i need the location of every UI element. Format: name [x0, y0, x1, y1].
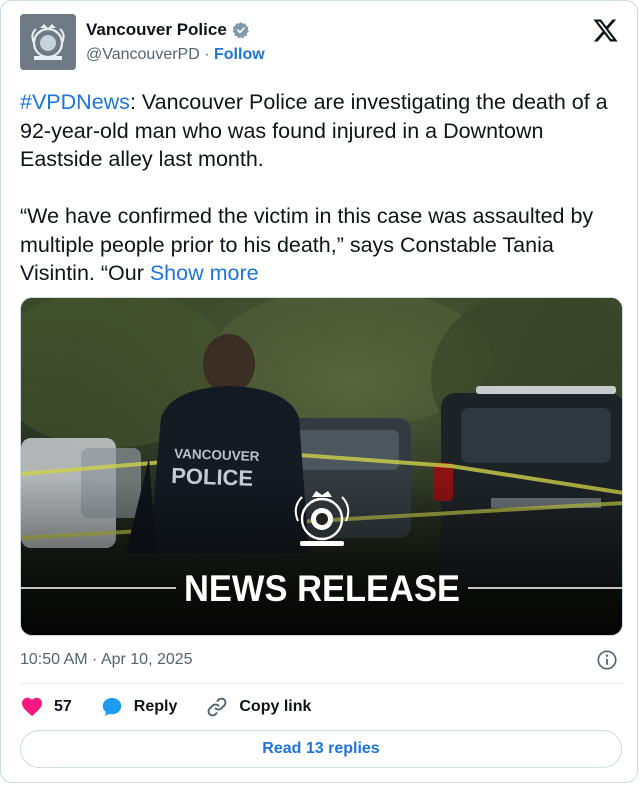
info-icon[interactable]	[596, 649, 618, 671]
author-handle-row: @VancouverPD · Follow	[86, 46, 265, 64]
hashtag-link[interactable]: #VPDNews	[20, 90, 130, 114]
copy-link-label: Copy link	[239, 698, 312, 715]
vpd-badge-icon	[20, 14, 76, 70]
heart-icon	[22, 697, 42, 717]
reply-button[interactable]: Reply	[100, 695, 178, 719]
author-name[interactable]: Vancouver Police	[86, 20, 227, 40]
tweet-body: : Vancouver Police are investigating the…	[20, 90, 608, 285]
link-icon	[207, 697, 227, 717]
copy-link-button[interactable]: Copy link	[205, 695, 311, 719]
vpd-avatar[interactable]	[20, 14, 76, 70]
reply-bubble-icon	[102, 698, 121, 716]
author-handle[interactable]: @VancouverPD	[86, 46, 200, 63]
tweet-actions: 57 Reply Copy link	[20, 694, 339, 720]
author-name-row[interactable]: Vancouver Police	[86, 20, 250, 40]
tweet-timestamp[interactable]: 10:50 AM · Apr 10, 2025	[20, 651, 193, 669]
x-logo-icon[interactable]	[592, 17, 619, 44]
read-replies-button[interactable]: Read 13 replies	[20, 730, 622, 768]
like-count: 57	[54, 698, 72, 715]
news-release-image[interactable]: VANCOUVER POLICE NEWS RELEASE	[20, 297, 623, 636]
reply-label: Reply	[133, 698, 178, 715]
like-button[interactable]: 57	[20, 695, 72, 719]
divider	[20, 683, 622, 684]
show-more-link[interactable]: Show more	[150, 261, 259, 285]
jacket-text-vancouver: VANCOUVER	[174, 446, 260, 464]
news-release-banner: NEWS RELEASE	[184, 568, 460, 609]
verified-badge-icon	[232, 22, 249, 39]
tweet-card: Vancouver Police @VancouverPD · Follow #…	[0, 0, 638, 783]
handle-separator: ·	[199, 46, 214, 63]
follow-button[interactable]: Follow	[214, 46, 265, 63]
jacket-text-police: POLICE	[171, 463, 254, 491]
tweet-text: #VPDNews: Vancouver Police are investiga…	[20, 88, 620, 288]
